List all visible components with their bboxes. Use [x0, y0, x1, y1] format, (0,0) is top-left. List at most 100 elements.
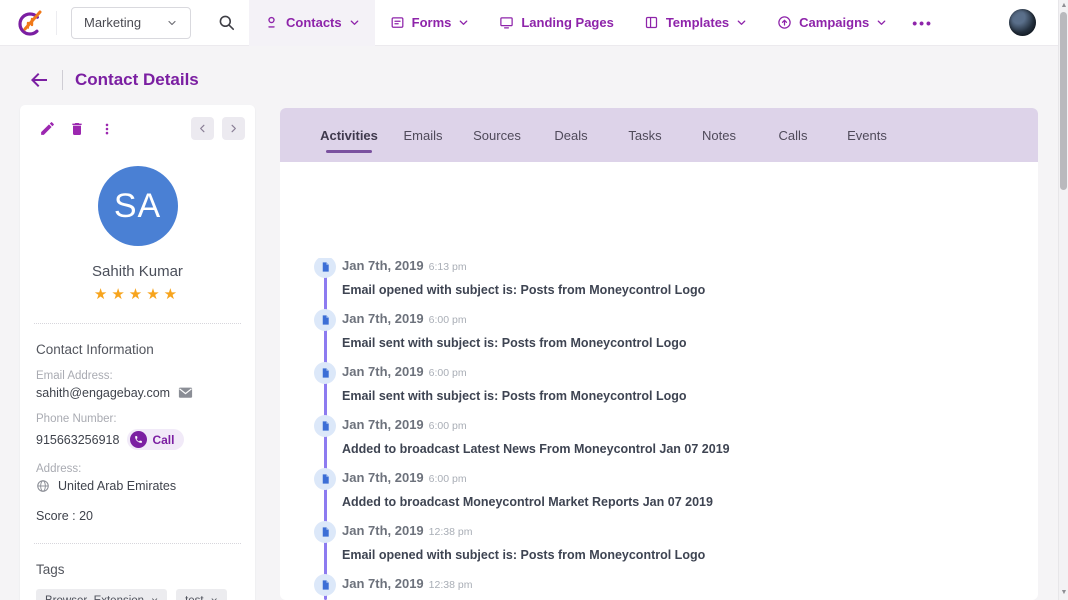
scroll-down-icon[interactable]: ▼ [1059, 588, 1068, 598]
tag-label: Browser_Extension [45, 595, 144, 600]
activity-date: Jan 7th, 2019 [342, 417, 424, 432]
activity-time: 6:13 pm [429, 261, 467, 273]
envelope-icon[interactable] [178, 387, 193, 399]
nav-item-label: Contacts [286, 15, 342, 30]
activity-document-icon [314, 309, 336, 331]
activity-description: Added to broadcast Moneycontrol Market R… [342, 495, 1022, 509]
scrollbar-thumb[interactable] [1060, 12, 1067, 190]
timeline-item: Jan 7th, 2019 6:00 pm Added to broadcast L… [314, 417, 1022, 453]
address-value: United Arab Emirates [58, 479, 176, 493]
activity-description: Email sent with subject is: Posts from M… [342, 336, 1022, 350]
divider [34, 323, 241, 324]
contact-avatar-initials: SA [98, 166, 178, 246]
phone-label: Phone Number: [36, 413, 239, 425]
campaign-icon [777, 15, 792, 30]
search-icon[interactable] [213, 10, 239, 36]
chevron-down-icon [876, 17, 887, 28]
back-arrow-icon[interactable] [26, 67, 52, 93]
tab-calls[interactable]: Calls [756, 108, 830, 162]
email-value: sahith@engagebay.com [36, 386, 170, 400]
section-title: Contact Information [36, 342, 239, 357]
top-navbar: Marketing Contacts Forms Landing Pages Temp… [0, 0, 1058, 46]
activity-description: Email sent with subject is: Posts from M… [342, 389, 1022, 403]
person-icon [264, 15, 279, 30]
app-selector-dropdown[interactable]: Marketing [71, 7, 191, 39]
tags-section: Tags Browser_Extension×test×testee×Unite… [20, 562, 255, 600]
page-header: Contact Details [0, 62, 199, 98]
detail-tabs: ActivitiesEmailsSourcesDealsTasksNotesCa… [280, 108, 1038, 162]
activity-time: 6:00 pm [429, 473, 467, 485]
activity-date: Jan 7th, 2019 [342, 470, 424, 485]
tab-activities[interactable]: Activities [312, 108, 386, 162]
page-title: Contact Details [75, 70, 199, 90]
score-value: Score : 20 [36, 509, 239, 523]
activity-document-icon [314, 415, 336, 437]
next-contact-button[interactable] [222, 117, 245, 140]
nav-item-forms[interactable]: Forms [375, 0, 485, 46]
app-selector-label: Marketing [84, 15, 141, 30]
nav-item-label: Campaigns [799, 15, 869, 30]
tags-list: Browser_Extension×test×testee×United Ara… [36, 589, 239, 600]
phone-value: 915663256918 [36, 433, 119, 447]
activity-document-icon [314, 574, 336, 596]
timeline-item: Jan 7th, 201912:38 pmEmail opened with s… [314, 576, 1022, 600]
timeline-item: Jan 7th, 2019 6:13 pm Email opened with su… [314, 258, 1022, 294]
delete-trash-icon[interactable] [66, 118, 88, 140]
timeline-item: Jan 7th, 2019 12:38 pm Email opened with s… [314, 523, 1022, 559]
header-divider [62, 70, 63, 90]
nav-item-templates[interactable]: Templates [629, 0, 762, 46]
activity-time: 12:38 pm [429, 526, 473, 538]
tag-remove-icon[interactable]: × [151, 594, 158, 600]
contact-toolbar [20, 105, 255, 140]
kebab-menu-icon[interactable] [96, 118, 118, 140]
timeline-item: Jan 7th, 20196:00 pmEmail sent with subj… [314, 364, 1022, 400]
nav-item-campaigns[interactable]: Campaigns [762, 0, 902, 46]
template-icon [644, 15, 659, 30]
activity-date: Jan 7th, 2019 [342, 311, 424, 326]
contact-name: Sahith Kumar [20, 263, 255, 280]
previous-contact-button[interactable] [191, 117, 214, 140]
activity-description: Added to broadcast Latest News From Mone… [342, 442, 1022, 456]
activity-document-icon [314, 258, 336, 278]
star-rating[interactable]: ★★★★★ [20, 285, 255, 303]
activity-time: 6:00 pm [429, 420, 467, 432]
chevron-down-icon [349, 17, 360, 28]
engagebay-logo-icon[interactable] [14, 6, 48, 40]
tab-emails[interactable]: Emails [386, 108, 460, 162]
tab-tasks[interactable]: Tasks [608, 108, 682, 162]
activity-time: 6:00 pm [429, 367, 467, 379]
timeline-item: Jan 7th, 20196:00 pmEmail sent with subj… [314, 311, 1022, 347]
user-avatar[interactable] [1009, 9, 1036, 36]
more-menu-icon[interactable]: ••• [902, 15, 943, 31]
activity-timeline: Jan 7th, 2019 6:13 pm Email opened with su… [314, 258, 1022, 600]
tags-title: Tags [36, 562, 239, 577]
edit-pencil-icon[interactable] [36, 118, 58, 140]
tag-pill[interactable]: Browser_Extension × [36, 589, 167, 600]
activity-description: Email opened with subject is: Posts from… [342, 548, 1022, 562]
contact-information-section: Contact Information Email Address: sahit… [20, 342, 255, 523]
call-button[interactable]: Call [127, 429, 184, 450]
tab-sources[interactable]: Sources [460, 108, 534, 162]
tab-notes[interactable]: Notes [682, 108, 756, 162]
nav-item-contacts[interactable]: Contacts [249, 0, 375, 46]
activity-date: Jan 7th, 2019 [342, 523, 424, 538]
activity-description: Email opened with subject is: Posts from… [342, 283, 1022, 297]
nav-item-label: Templates [666, 15, 729, 30]
nav-item-label: Forms [412, 15, 452, 30]
activity-document-icon [314, 362, 336, 384]
tab-deals[interactable]: Deals [534, 108, 608, 162]
contact-detail-panel: ActivitiesEmailsSourcesDealsTasksNotesCa… [280, 108, 1038, 600]
timeline-item: Jan 7th, 2019 6:00 pm Added to broadcast M… [314, 470, 1022, 506]
chevron-down-icon [458, 17, 469, 28]
nav-divider [56, 11, 57, 35]
tag-remove-icon[interactable]: × [211, 594, 218, 600]
nav-item-landing-pages[interactable]: Landing Pages [484, 0, 628, 46]
vertical-scrollbar[interactable]: ▲ ▼ [1058, 0, 1068, 600]
monitor-icon [499, 15, 514, 30]
phone-icon [130, 431, 147, 448]
tag-pill[interactable]: test × [176, 589, 227, 600]
scroll-up-icon[interactable]: ▲ [1059, 1, 1068, 11]
tag-label: test [185, 595, 204, 600]
tab-events[interactable]: Events [830, 108, 904, 162]
activity-date: Jan 7th, 2019 [342, 258, 424, 273]
